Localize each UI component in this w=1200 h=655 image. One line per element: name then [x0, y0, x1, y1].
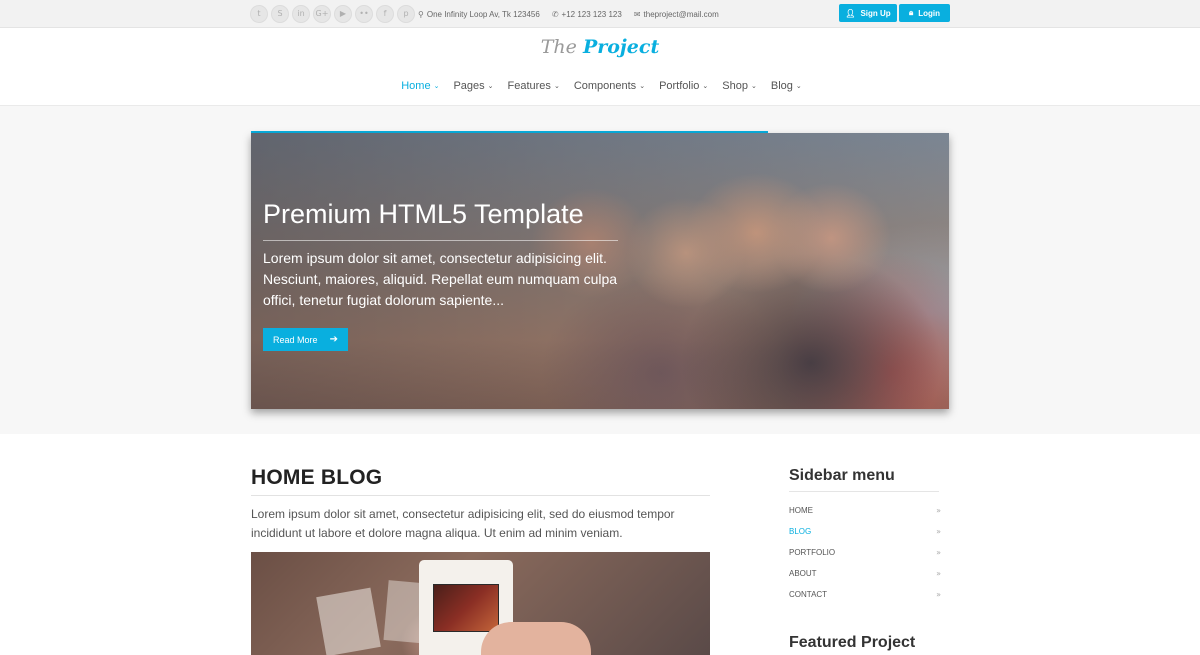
nav-item-blog[interactable]: Blog ⌄ — [771, 80, 802, 92]
phone-text: +12 123 123 123 — [561, 9, 622, 19]
nav-item-features[interactable]: Features ⌄ — [508, 80, 560, 92]
social-links: t S in G+ ▶ •• f p — [250, 5, 415, 23]
chevron-down-icon: ⌄ — [702, 82, 709, 90]
chevron-right-icon: » — [936, 569, 941, 578]
auth-buttons: 👤︎ Sign Up 🔒︎ Login — [839, 4, 950, 22]
featured-project-title: Featured Project — [789, 634, 916, 651]
googleplus-icon[interactable]: G+ — [313, 5, 331, 23]
sidebar-item-contact[interactable]: CONTACT » — [789, 584, 941, 605]
address-item: ⚲ One Infinity Loop Av, Tk 123456 — [418, 10, 540, 19]
photo-slide-shape — [316, 587, 381, 655]
blog-post-image[interactable] — [251, 552, 710, 655]
email-item[interactable]: ✉ theproject@mail.com — [634, 10, 719, 19]
twitter-icon[interactable]: t — [250, 5, 268, 23]
slide-divider — [263, 240, 618, 241]
sidebar-item-label: ABOUT — [789, 569, 817, 578]
nav-label: Pages — [453, 80, 485, 92]
sidebar-item-label: PORTFOLIO — [789, 548, 836, 557]
hand-shape — [481, 622, 591, 655]
phone-icon: ✆ — [551, 9, 559, 19]
logo[interactable]: The Project — [0, 36, 1200, 58]
read-more-label: Read More — [273, 334, 318, 345]
sidebar-item-label: HOME — [789, 506, 813, 515]
linkedin-icon[interactable]: in — [292, 5, 310, 23]
arrow-right-icon: ➔ — [329, 334, 338, 345]
chevron-right-icon: » — [936, 527, 941, 536]
email-text[interactable]: theproject@mail.com — [644, 10, 719, 19]
title-divider — [251, 495, 710, 496]
logo-main: Project — [582, 36, 660, 58]
main-nav: Home ⌄ Pages ⌄ Features ⌄ Components ⌄ Portf… — [0, 80, 1200, 92]
sidebar-item-blog[interactable]: BLOG » — [789, 521, 941, 542]
chevron-down-icon: ⌄ — [433, 82, 440, 90]
phone-item: ✆ +12 123 123 123 — [552, 10, 622, 19]
nav-label: Portfolio — [659, 80, 700, 92]
chevron-down-icon: ⌄ — [553, 82, 560, 90]
page-title: HOME BLOG — [251, 466, 383, 489]
nav-label: Features — [507, 80, 551, 92]
nav-label: Components — [573, 80, 637, 92]
chevron-down-icon: ⌄ — [795, 82, 802, 90]
nav-item-home[interactable]: Home ⌄ — [401, 80, 439, 92]
chevron-right-icon: » — [936, 590, 941, 599]
sidebar-item-label: BLOG — [789, 527, 812, 536]
slide-picture — [433, 584, 499, 632]
sidebar-divider — [789, 491, 939, 492]
read-more-button[interactable]: Read More ➔ — [263, 328, 348, 351]
sidebar-item-label: CONTACT — [789, 590, 828, 599]
logo-prefix: The — [540, 36, 577, 58]
sidebar-item-portfolio[interactable]: PORTFOLIO » — [789, 542, 941, 563]
nav-item-components[interactable]: Components ⌄ — [574, 80, 645, 92]
sidebar-title: Sidebar menu — [789, 467, 895, 484]
nav-item-shop[interactable]: Shop ⌄ — [722, 80, 757, 92]
address-text: One Infinity Loop Av, Tk 123456 — [426, 9, 540, 19]
nav-item-portfolio[interactable]: Portfolio ⌄ — [659, 80, 708, 92]
nav-label: Shop — [722, 80, 748, 92]
lock-icon: 🔒︎ — [908, 8, 914, 17]
nav-item-pages[interactable]: Pages ⌄ — [453, 80, 493, 92]
chevron-right-icon: » — [936, 548, 941, 557]
facebook-icon[interactable]: f — [376, 5, 394, 23]
pinterest-icon[interactable]: p — [397, 5, 415, 23]
blog-intro: Lorem ipsum dolor sit amet, consectetur … — [251, 507, 675, 540]
nav-label: Home — [401, 80, 431, 92]
header: The Project Home ⌄ Pages ⌄ Features ⌄ Compo… — [0, 28, 1200, 106]
login-button[interactable]: 🔒︎ Login — [899, 4, 950, 22]
slide-text: Lorem ipsum dolor sit amet, consectetur … — [263, 250, 618, 308]
chevron-down-icon: ⌄ — [487, 82, 494, 90]
top-bar: t S in G+ ▶ •• f p ⚲ One Infinity Loop A… — [0, 0, 1200, 28]
chevron-right-icon: » — [936, 506, 941, 515]
flickr-icon[interactable]: •• — [355, 5, 373, 23]
skype-icon[interactable]: S — [271, 5, 289, 23]
hero-slide[interactable]: Premium HTML5 Template Lorem ipsum dolor… — [251, 133, 949, 409]
chevron-down-icon: ⌄ — [639, 82, 646, 90]
map-marker-icon: ⚲ — [418, 9, 424, 19]
contact-info: ⚲ One Infinity Loop Av, Tk 123456 ✆ +12 … — [418, 0, 719, 28]
login-label: Login — [918, 8, 941, 18]
sidebar-menu: HOME » BLOG » PORTFOLIO » ABOUT » CONTACT » — [789, 500, 941, 605]
chevron-down-icon: ⌄ — [751, 82, 757, 90]
sidebar-item-home[interactable]: HOME » — [789, 500, 941, 521]
nav-label: Blog — [770, 80, 793, 92]
user-icon: 👤︎ — [845, 8, 856, 18]
slide-title: Premium HTML5 Template — [263, 199, 584, 229]
youtube-icon[interactable]: ▶ — [334, 5, 352, 23]
signup-button[interactable]: 👤︎ Sign Up — [839, 4, 897, 22]
envelope-icon: ✉ — [633, 9, 641, 19]
signup-label: Sign Up — [860, 8, 891, 18]
sidebar-item-about[interactable]: ABOUT » — [789, 563, 941, 584]
